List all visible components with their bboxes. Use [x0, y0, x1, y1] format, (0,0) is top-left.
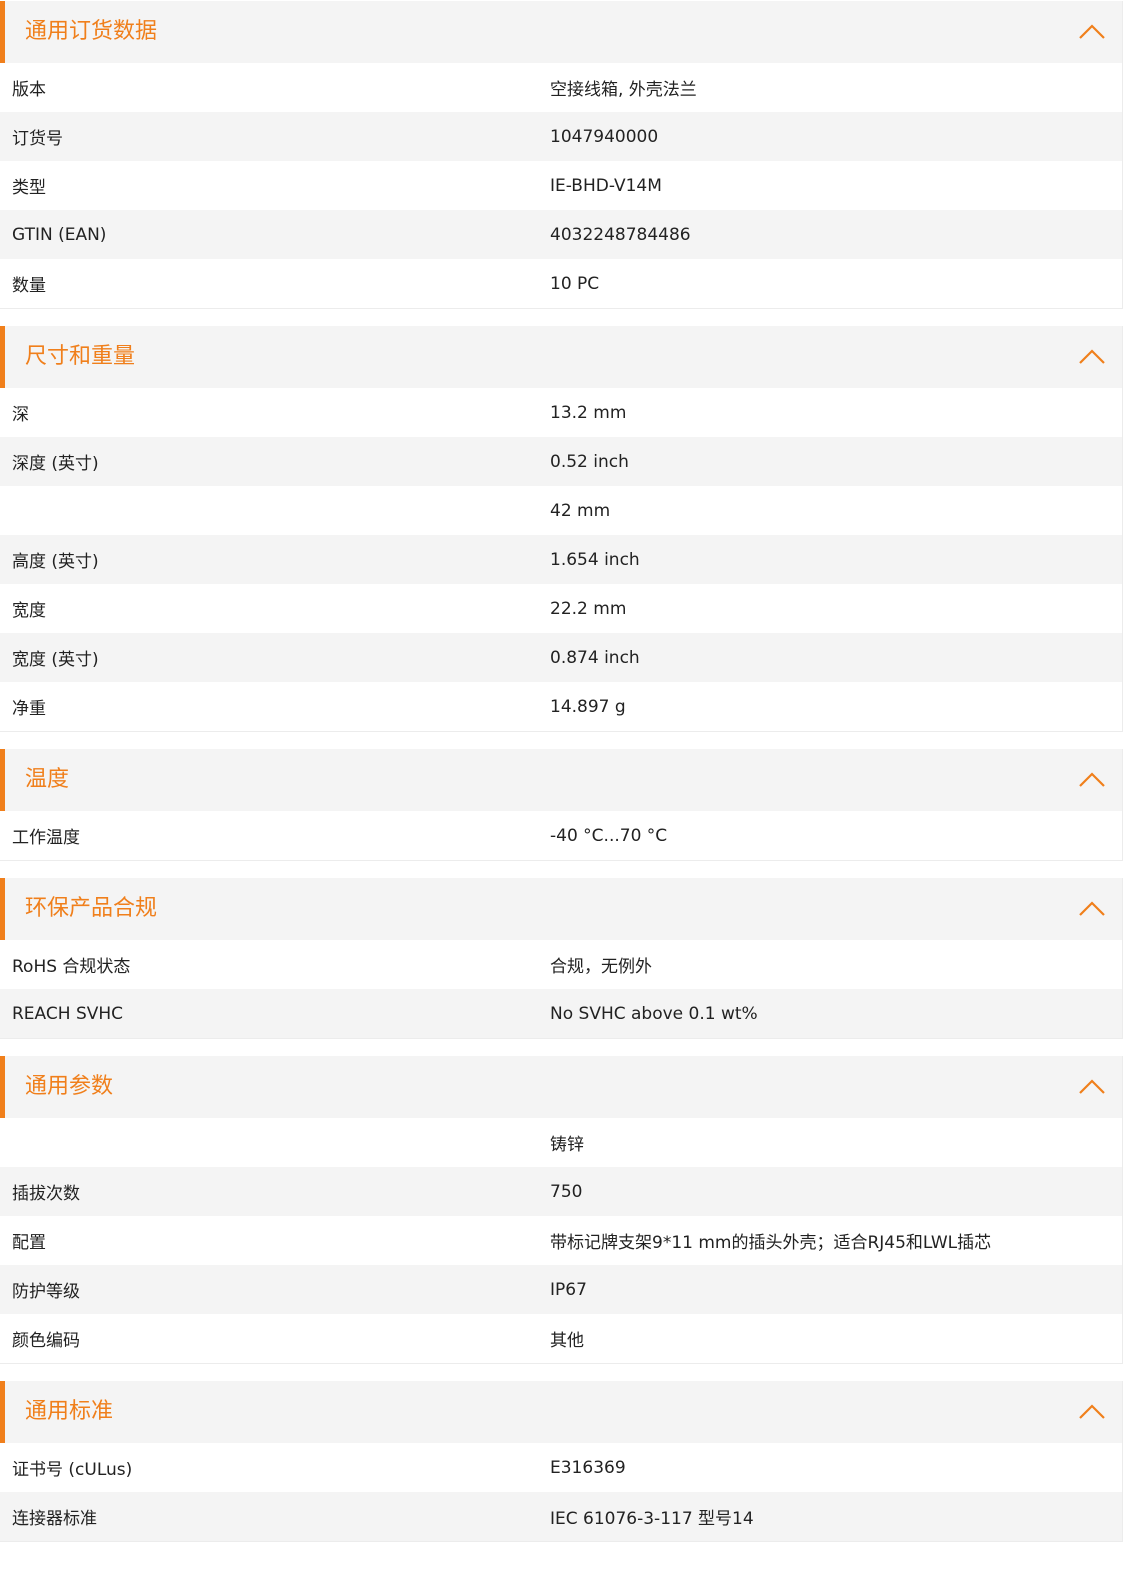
- row-value: 0.52 inch: [550, 451, 629, 472]
- table-row: 插拔次数 750: [0, 1167, 1122, 1216]
- table-row: 连接器标准 IEC 61076-3-117 型号14: [0, 1492, 1122, 1541]
- section-header[interactable]: 通用标准: [0, 1381, 1122, 1443]
- section-general-ordering-data: 通用订货数据 版本 空接线箱, 外壳法兰 订货号 1047940000 类型 IE-B…: [0, 1, 1123, 309]
- section-temperature: 温度 工作温度 -40 °C...70 °C: [0, 749, 1123, 861]
- table-row: 深 13.2 mm: [0, 388, 1122, 437]
- row-value: 14.897 g: [550, 696, 626, 717]
- row-label: 订货号: [12, 129, 63, 149]
- row-label: 颜色编码: [12, 1331, 80, 1351]
- row-value: 空接线箱, 外壳法兰: [550, 80, 697, 100]
- row-label: 深: [12, 405, 29, 425]
- section-general-standards: 通用标准 证书号 (cULus) E316369 连接器标准 IEC 61076-3…: [0, 1381, 1123, 1542]
- table-row: 净重 14.897 g: [0, 682, 1122, 731]
- row-value: -40 °C...70 °C: [550, 825, 668, 846]
- section-title: 尺寸和重量: [25, 344, 136, 369]
- section-general-parameters: 通用参数 铸锌 插拔次数 750 配置 带标记牌支架9*11 mm的插头外壳；适合R…: [0, 1056, 1123, 1364]
- table-row: 宽度 22.2 mm: [0, 584, 1122, 633]
- table-row: GTIN (EAN) 4032248784486: [0, 210, 1122, 259]
- row-value: 铸锌: [550, 1135, 584, 1155]
- row-label: 宽度: [12, 601, 46, 621]
- row-value: 10 PC: [550, 273, 600, 294]
- row-value: E316369: [550, 1457, 626, 1478]
- row-label: 类型: [12, 178, 46, 198]
- section-header[interactable]: 通用参数: [0, 1056, 1122, 1118]
- table-row: 配置 带标记牌支架9*11 mm的插头外壳；适合RJ45和LWL插芯: [0, 1216, 1122, 1265]
- row-value: IP67: [550, 1279, 587, 1300]
- chevron-up-icon[interactable]: [1078, 769, 1106, 789]
- section-title: 通用标准: [25, 1399, 114, 1424]
- table-row: 数量 10 PC: [0, 259, 1122, 308]
- table-row: 类型 IE-BHD-V14M: [0, 161, 1122, 210]
- row-label: 配置: [12, 1233, 46, 1253]
- row-label: 数量: [12, 276, 46, 296]
- chevron-up-icon[interactable]: [1078, 1401, 1106, 1421]
- row-value: 42 mm: [550, 500, 611, 521]
- table-row: 版本 空接线箱, 外壳法兰: [0, 63, 1122, 112]
- table-row: 订货号 1047940000: [0, 112, 1122, 161]
- table-row: 证书号 (cULus) E316369: [0, 1443, 1122, 1492]
- section-title: 温度: [25, 767, 70, 792]
- row-label: 证书号 (cULus): [12, 1460, 133, 1480]
- row-value: 4032248784486: [550, 224, 691, 245]
- section-title: 通用参数: [25, 1074, 114, 1099]
- row-label: 连接器标准: [12, 1509, 97, 1529]
- section-header[interactable]: 环保产品合规: [0, 878, 1122, 940]
- table-row: 宽度 (英寸) 0.874 inch: [0, 633, 1122, 682]
- row-value: No SVHC above 0.1 wt%: [550, 1003, 758, 1024]
- table-row: REACH SVHC No SVHC above 0.1 wt%: [0, 989, 1122, 1038]
- row-value: 带标记牌支架9*11 mm的插头外壳；适合RJ45和LWL插芯: [550, 1233, 992, 1253]
- section-header[interactable]: 尺寸和重量: [0, 326, 1122, 388]
- row-label: 深度 (英寸): [12, 454, 99, 474]
- section-title: 通用订货数据: [25, 19, 158, 44]
- row-label: RoHS 合规状态: [12, 957, 131, 977]
- row-value: 1047940000: [550, 126, 659, 147]
- row-value: IEC 61076-3-117 型号14: [550, 1509, 754, 1529]
- chevron-up-icon[interactable]: [1078, 21, 1106, 41]
- chevron-up-icon[interactable]: [1078, 346, 1106, 366]
- section-header[interactable]: 通用订货数据: [0, 1, 1122, 63]
- row-value: 0.874 inch: [550, 647, 640, 668]
- table-row: 42 mm: [0, 486, 1122, 535]
- row-label: 宽度 (英寸): [12, 650, 99, 670]
- row-value: 其他: [550, 1331, 584, 1351]
- row-label: 高度 (英寸): [12, 552, 99, 572]
- table-row: 防护等级 IP67: [0, 1265, 1122, 1314]
- row-value: 13.2 mm: [550, 402, 627, 423]
- row-label: GTIN (EAN): [12, 224, 107, 245]
- table-row: 深度 (英寸) 0.52 inch: [0, 437, 1122, 486]
- section-environmental-compliance: 环保产品合规 RoHS 合规状态 合规，无例外 REACH SVHC No SVHC…: [0, 878, 1123, 1039]
- section-header[interactable]: 温度: [0, 749, 1122, 811]
- spec-page: 通用订货数据 版本 空接线箱, 外壳法兰 订货号 1047940000 类型 IE-B…: [0, 0, 1125, 1542]
- row-label: 防护等级: [12, 1282, 80, 1302]
- row-value: 750: [550, 1181, 583, 1202]
- section-title: 环保产品合规: [25, 896, 158, 921]
- row-value: IE-BHD-V14M: [550, 175, 662, 196]
- row-label: REACH SVHC: [12, 1003, 124, 1024]
- table-row: 颜色编码 其他: [0, 1314, 1122, 1363]
- row-label: 版本: [12, 80, 46, 100]
- table-row: 工作温度 -40 °C...70 °C: [0, 811, 1122, 860]
- row-value: 22.2 mm: [550, 598, 627, 619]
- chevron-up-icon[interactable]: [1078, 898, 1106, 918]
- table-row: RoHS 合规状态 合规，无例外: [0, 940, 1122, 989]
- row-label: 插拔次数: [12, 1184, 80, 1204]
- row-label: 工作温度: [12, 828, 80, 848]
- table-row: 铸锌: [0, 1118, 1122, 1167]
- row-label: 净重: [12, 699, 46, 719]
- chevron-up-icon[interactable]: [1078, 1076, 1106, 1096]
- section-dimensions-weight: 尺寸和重量 深 13.2 mm 深度 (英寸) 0.52 inch 42 mm 高度…: [0, 326, 1123, 732]
- row-value: 1.654 inch: [550, 549, 640, 570]
- table-row: 高度 (英寸) 1.654 inch: [0, 535, 1122, 584]
- row-value: 合规，无例外: [550, 957, 652, 977]
